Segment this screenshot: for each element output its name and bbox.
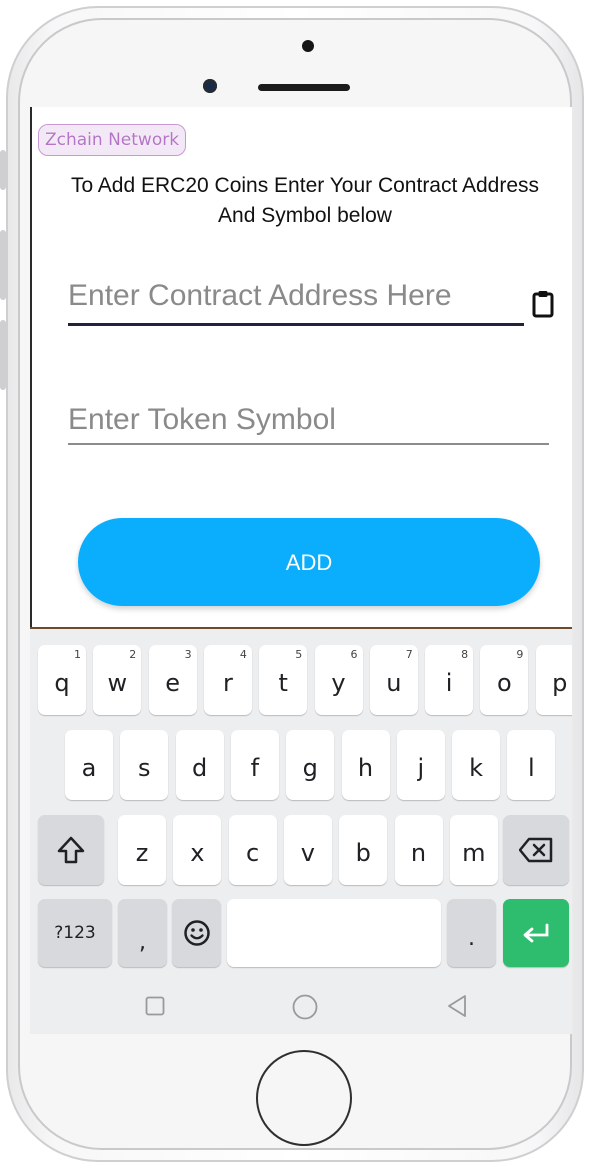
key-e-number-hint: 3 (184, 648, 192, 661)
key-w-label: w (107, 669, 128, 697)
key-o[interactable]: 9o (480, 645, 529, 715)
add-button[interactable]: ADD (78, 518, 540, 606)
key-i-number-hint: 8 (461, 648, 469, 661)
mute-switch (0, 150, 6, 190)
key-q-number-hint: 1 (74, 648, 81, 661)
recents-square-icon[interactable] (145, 996, 165, 1016)
key-y[interactable]: 6y (314, 645, 363, 715)
key-t-label: t (278, 669, 288, 697)
enter-icon (523, 923, 549, 943)
token-symbol-underline (68, 443, 549, 445)
key-f[interactable]: f (230, 730, 279, 800)
back-triangle-icon[interactable] (446, 994, 468, 1018)
key-u-label: u (386, 669, 402, 697)
contract-address-placeholder: Enter Contract Address Here (68, 279, 452, 312)
home-circle-icon[interactable] (292, 994, 318, 1020)
android-nav-bar (30, 973, 572, 1034)
key-d[interactable]: d (175, 730, 224, 800)
physical-home-button[interactable] (256, 1050, 352, 1146)
key-o-label: o (497, 669, 512, 697)
keyboard: 1q2w3e4r5t6y7u8i9o0p asdfghjkl zxcvbnm ?… (30, 627, 572, 1034)
key-i-label: i (445, 669, 453, 697)
clipboard-paste-icon[interactable] (532, 290, 554, 318)
space-key[interactable] (227, 899, 441, 967)
key-q-label: q (54, 669, 70, 697)
key-i[interactable]: 8i (425, 645, 474, 715)
key-c[interactable]: c (228, 815, 277, 885)
key-n[interactable]: n (394, 815, 443, 885)
key-w[interactable]: 2w (93, 645, 142, 715)
backspace-icon (518, 837, 553, 863)
sensor-dot (302, 40, 314, 52)
key-g[interactable]: g (286, 730, 335, 800)
app-screen: Zchain Network To Add ERC20 Coins Enter … (30, 107, 572, 1034)
key-x[interactable]: x (173, 815, 222, 885)
instruction-text: To Add ERC20 Coins Enter Your Contract A… (70, 174, 540, 227)
token-symbol-field[interactable]: Enter Token Symbol (68, 403, 549, 445)
key-s[interactable]: s (120, 730, 169, 800)
key-j[interactable]: j (396, 730, 445, 800)
key-r[interactable]: 4r (203, 645, 252, 715)
key-t-number-hint: 5 (295, 648, 303, 661)
enter-key[interactable] (503, 899, 569, 967)
key-b[interactable]: b (339, 815, 388, 885)
key-u[interactable]: 7u (369, 645, 418, 715)
key-q[interactable]: 1q (38, 645, 86, 715)
key-l[interactable]: l (507, 730, 556, 800)
key-p[interactable]: 0p (535, 645, 572, 715)
period-key[interactable]: . (447, 899, 496, 967)
brand-logo: Zchain Network (38, 124, 187, 156)
emoji-icon (183, 920, 210, 946)
key-h[interactable]: h (341, 730, 390, 800)
shift-icon (57, 836, 85, 864)
key-o-number-hint: 9 (516, 648, 524, 661)
key-z[interactable]: z (118, 815, 166, 885)
token-symbol-placeholder: Enter Token Symbol (68, 403, 336, 436)
key-e[interactable]: 3e (148, 645, 197, 715)
key-r-label: r (222, 669, 233, 697)
screen-edge-line (30, 107, 32, 627)
shift-key[interactable] (38, 815, 104, 885)
contract-address-underline (68, 323, 524, 326)
key-k[interactable]: k (452, 730, 501, 800)
earpiece-speaker (258, 84, 350, 91)
backspace-key[interactable] (503, 815, 569, 885)
volume-up-button (0, 230, 6, 300)
front-camera (203, 79, 217, 93)
key-p-label: p (552, 669, 568, 697)
key-a[interactable]: a (65, 730, 113, 800)
key-m[interactable]: m (449, 815, 498, 885)
key-r-number-hint: 4 (239, 648, 247, 661)
key-v[interactable]: v (283, 815, 332, 885)
volume-down-button (0, 320, 6, 390)
key-y-label: y (331, 669, 346, 697)
key-u-number-hint: 7 (405, 648, 413, 661)
emoji-key[interactable] (172, 899, 221, 967)
contract-address-field[interactable]: Enter Contract Address Here (68, 279, 524, 326)
key-t[interactable]: 5t (259, 645, 308, 715)
symbols-key[interactable]: ?123 (38, 899, 112, 967)
comma-key[interactable]: , (118, 899, 167, 967)
key-w-number-hint: 2 (129, 648, 137, 661)
key-y-number-hint: 6 (350, 648, 358, 661)
key-e-label: e (165, 669, 180, 697)
